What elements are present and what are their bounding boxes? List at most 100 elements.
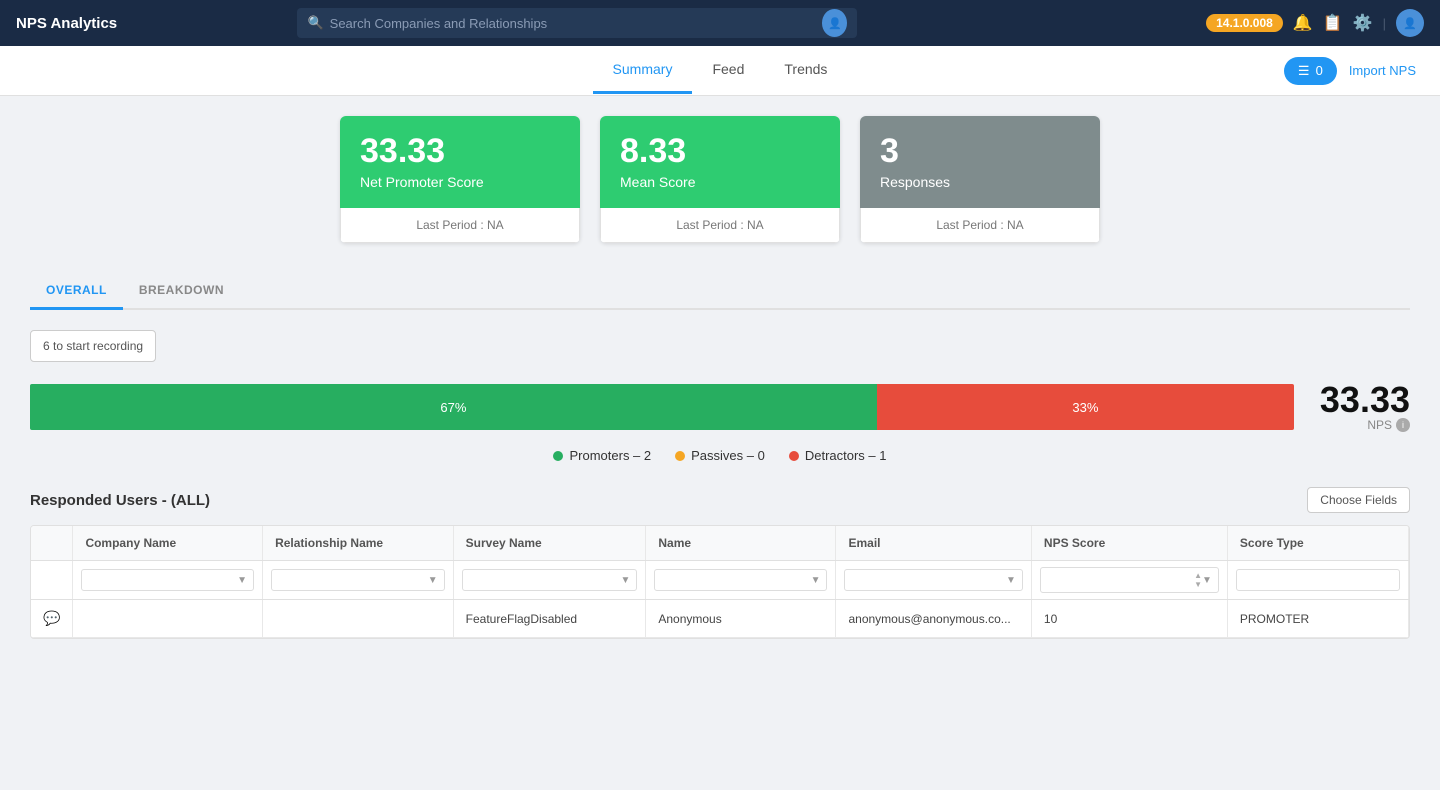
col-checkbox [31, 526, 73, 561]
search-bar[interactable]: 🔍 👤 [297, 8, 857, 38]
filter-nps-score: ▲ ▼ ▼ [1031, 561, 1227, 600]
table-container: Company Name Relationship Name Survey Na… [30, 525, 1410, 639]
filter-email: ▼ [836, 561, 1031, 600]
bar-detractors: 33% [877, 384, 1294, 430]
table-row: 💬 FeatureFlagDisabled Anonymous anonymou… [31, 600, 1409, 638]
bookmark-icon[interactable]: 📋 [1323, 13, 1343, 33]
col-email: Email [836, 526, 1031, 561]
legend-passives: Passives – 0 [675, 448, 765, 463]
bar-promoters: 67% [30, 384, 877, 430]
score-stepper[interactable]: ▲ ▼ [1194, 571, 1202, 589]
nps-bar-section: 67% 33% 33.33 NPS i [30, 382, 1410, 432]
responded-users-header: Responded Users - (ALL) Choose Fields [30, 487, 1410, 513]
queue-icon: ☰ [1298, 63, 1310, 79]
main-tabs: Summary Feed Trends [24, 47, 1416, 94]
version-badge: 14.1.0.008 [1206, 14, 1283, 32]
filter-checkbox-cell [31, 561, 73, 600]
filter-nps-icon[interactable]: ▼ [1202, 575, 1212, 586]
filter-company-input[interactable] [88, 573, 237, 587]
nps-big-score: 33.33 [1310, 382, 1410, 418]
responses-last-period: Last Period : NA [860, 208, 1100, 243]
sub-navigation: Summary Feed Trends ☰ 0 Import NPS [0, 46, 1440, 96]
legend-promoters: Promoters – 2 [553, 448, 651, 463]
filter-name-icon[interactable]: ▼ [811, 575, 821, 586]
tooltip-hint: 6 to start recording [30, 330, 156, 362]
nps-score-value: 33.33 [360, 134, 560, 168]
row-score-type: PROMOTER [1227, 600, 1408, 638]
mean-score-value: 8.33 [620, 134, 820, 168]
filter-nps-input[interactable] [1047, 573, 1194, 587]
col-score-type: Score Type [1227, 526, 1408, 561]
filter-score-type [1227, 561, 1408, 600]
row-icon-cell: 💬 [31, 600, 73, 638]
legend-detractors: Detractors – 1 [789, 448, 887, 463]
nps-last-period: Last Period : NA [340, 208, 580, 243]
responses-value: 3 [880, 134, 1080, 168]
import-nps-button[interactable]: Import NPS [1349, 63, 1416, 78]
filter-row: ▼ ▼ ▼ [31, 561, 1409, 600]
filter-company: ▼ [73, 561, 263, 600]
filter-score-type-input[interactable] [1243, 573, 1393, 587]
col-relationship-name: Relationship Name [263, 526, 454, 561]
filter-name-input[interactable] [661, 573, 810, 587]
queue-button[interactable]: ☰ 0 [1284, 57, 1337, 85]
nps-card: 33.33 Net Promoter Score Last Period : N… [340, 116, 580, 243]
nps-score-display: 33.33 NPS i [1310, 382, 1410, 432]
sub-nav-actions: ☰ 0 Import NPS [1284, 57, 1416, 85]
row-name: Anonymous [646, 600, 836, 638]
mean-score-label: Mean Score [620, 174, 820, 190]
bar-promoters-label: 67% [440, 400, 466, 415]
stepper-up[interactable]: ▲ [1194, 571, 1202, 580]
col-name: Name [646, 526, 836, 561]
stepper-down[interactable]: ▼ [1194, 580, 1202, 589]
mean-score-card: 8.33 Mean Score Last Period : NA [600, 116, 840, 243]
notification-icon[interactable]: 🔔 [1293, 13, 1313, 33]
row-company-name [73, 600, 263, 638]
table-header-row: Company Name Relationship Name Survey Na… [31, 526, 1409, 561]
filter-name: ▼ [646, 561, 836, 600]
filter-company-icon[interactable]: ▼ [237, 575, 247, 586]
col-nps-score: NPS Score [1031, 526, 1227, 561]
section-tabs: OVERALL BREAKDOWN [30, 273, 1410, 310]
nps-card-top: 33.33 Net Promoter Score [340, 116, 580, 208]
legend: Promoters – 2 Passives – 0 Detractors – … [30, 448, 1410, 463]
col-survey-name: Survey Name [453, 526, 646, 561]
row-survey-name: FeatureFlagDisabled [453, 600, 646, 638]
nps-score-label: NPS i [1310, 418, 1410, 432]
responses-card-top: 3 Responses [860, 116, 1100, 208]
detractors-label: Detractors – 1 [805, 448, 887, 463]
metric-cards: 33.33 Net Promoter Score Last Period : N… [30, 116, 1410, 243]
filter-survey-icon[interactable]: ▼ [620, 575, 630, 586]
tab-summary[interactable]: Summary [593, 47, 693, 94]
responses-card: 3 Responses Last Period : NA [860, 116, 1100, 243]
filter-email-input[interactable] [851, 573, 1006, 587]
responses-label: Responses [880, 174, 1080, 190]
filter-relationship-input[interactable] [278, 573, 428, 587]
settings-icon[interactable]: ⚙️ [1353, 13, 1373, 33]
comment-icon[interactable]: 💬 [43, 610, 60, 626]
responded-users-title: Responded Users - (ALL) [30, 492, 210, 509]
main-content: 33.33 Net Promoter Score Last Period : N… [0, 96, 1440, 659]
tab-feed[interactable]: Feed [692, 47, 764, 94]
passives-label: Passives – 0 [691, 448, 765, 463]
row-relationship-name [263, 600, 454, 638]
choose-fields-button[interactable]: Choose Fields [1307, 487, 1410, 513]
filter-relationship-icon[interactable]: ▼ [428, 575, 438, 586]
bar-detractors-label: 33% [1072, 400, 1098, 415]
tab-overall[interactable]: OVERALL [30, 273, 123, 310]
filter-relationship: ▼ [263, 561, 454, 600]
filter-survey-input[interactable] [469, 573, 621, 587]
row-email: anonymous@anonymous.co... [836, 600, 1031, 638]
nav-right: 14.1.0.008 🔔 📋 ⚙️ | 👤 [1206, 9, 1424, 37]
queue-count: 0 [1316, 63, 1323, 78]
filter-email-icon[interactable]: ▼ [1006, 575, 1016, 586]
row-nps-score: 10 [1031, 600, 1227, 638]
info-icon: i [1396, 418, 1410, 432]
nps-score-label: Net Promoter Score [360, 174, 560, 190]
search-input[interactable] [330, 16, 817, 31]
tab-trends[interactable]: Trends [764, 47, 847, 94]
tab-breakdown[interactable]: BREAKDOWN [123, 273, 240, 308]
avatar: 👤 [822, 9, 847, 37]
mean-card-top: 8.33 Mean Score [600, 116, 840, 208]
user-avatar[interactable]: 👤 [1396, 9, 1424, 37]
